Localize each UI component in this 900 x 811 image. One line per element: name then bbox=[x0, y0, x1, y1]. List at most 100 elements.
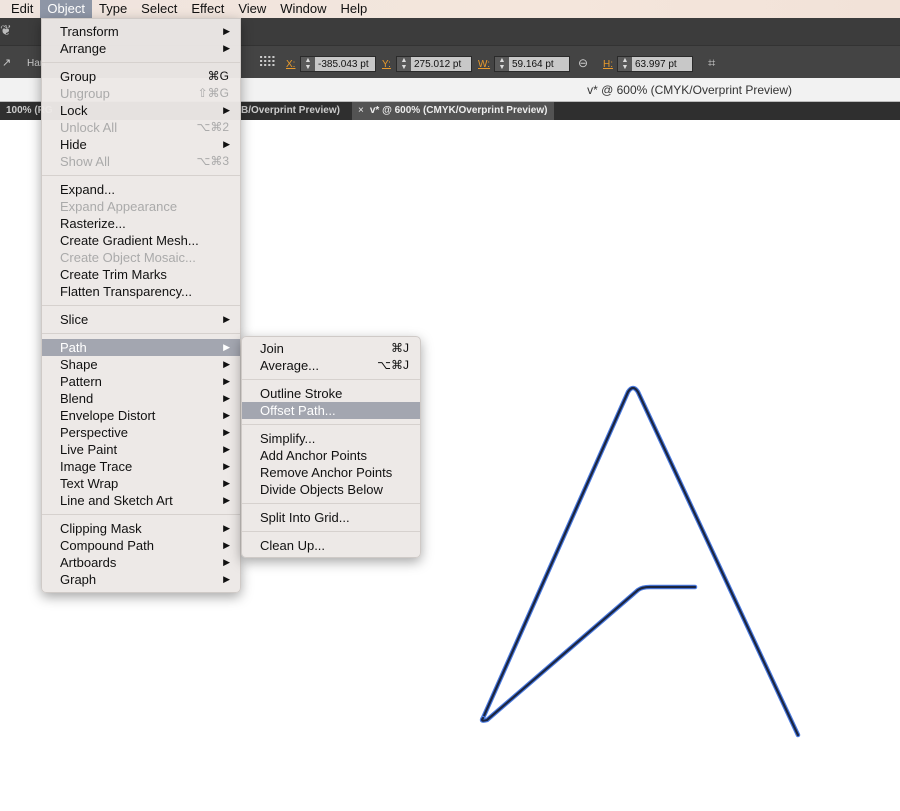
menu-item-live-paint[interactable]: Live Paint ▶ bbox=[42, 441, 240, 458]
submenu-arrow-icon: ▶ bbox=[223, 495, 230, 505]
submenu-arrow-icon: ▶ bbox=[223, 574, 230, 584]
submenu-arrow-icon: ▶ bbox=[223, 359, 230, 369]
submenu-arrow-icon: ▶ bbox=[223, 461, 230, 471]
menu-item-envelope-distort[interactable]: Envelope Distort ▶ bbox=[42, 407, 240, 424]
shortcut-label: ⌘J bbox=[391, 341, 409, 355]
menu-item-label: Slice bbox=[60, 312, 89, 327]
submenu-arrow-icon: ▶ bbox=[223, 26, 230, 36]
menu-item-outline-stroke[interactable]: Outline Stroke bbox=[242, 385, 420, 402]
link-proportions-icon[interactable]: ⊖ bbox=[578, 56, 588, 70]
submenu-arrow-icon: ▶ bbox=[223, 540, 230, 550]
tab-document-1-tail[interactable]: B/Overprint Preview) bbox=[235, 102, 346, 120]
menu-item-pattern[interactable]: Pattern ▶ bbox=[42, 373, 240, 390]
menu-item-label: Show All bbox=[60, 154, 110, 169]
menu-item-label: Average... bbox=[260, 358, 320, 373]
menu-separator bbox=[242, 526, 420, 537]
menu-item-lock[interactable]: Lock ▶ bbox=[42, 102, 240, 119]
menu-select[interactable]: Select bbox=[134, 0, 184, 18]
menu-item-join[interactable]: Join ⌘J bbox=[242, 340, 420, 357]
path-submenu: Join ⌘J Average... ⌥⌘J Outline Stroke Offset … bbox=[241, 336, 421, 558]
menu-item-label: Lock bbox=[60, 103, 88, 118]
menu-item-label: Pattern bbox=[60, 374, 102, 389]
menu-separator bbox=[42, 300, 240, 311]
menu-item-create-trim-marks[interactable]: Create Trim Marks bbox=[42, 266, 240, 283]
menu-item-offset-path[interactable]: Offset Path... bbox=[242, 402, 420, 419]
menu-separator bbox=[42, 328, 240, 339]
menu-item-line-and-sketch-art[interactable]: Line and Sketch Art ▶ bbox=[42, 492, 240, 509]
menu-item-label: Join bbox=[260, 341, 284, 356]
menu-item-unlock-all: Unlock All ⌥⌘2 bbox=[42, 119, 240, 136]
menu-item-ungroup: Ungroup ⇧⌘G bbox=[42, 85, 240, 102]
menu-item-label: Create Trim Marks bbox=[60, 267, 167, 282]
menu-item-divide-objects-below[interactable]: Divide Objects Below bbox=[242, 481, 420, 498]
menu-item-transform[interactable]: Transform ▶ bbox=[42, 23, 240, 40]
menu-help[interactable]: Help bbox=[334, 0, 375, 18]
menu-item-flatten-transparency[interactable]: Flatten Transparency... bbox=[42, 283, 240, 300]
menu-item-label: Graph bbox=[60, 572, 97, 587]
menu-view[interactable]: View bbox=[231, 0, 273, 18]
menu-item-average[interactable]: Average... ⌥⌘J bbox=[242, 357, 420, 374]
menu-item-slice[interactable]: Slice ▶ bbox=[42, 311, 240, 328]
menu-separator bbox=[242, 374, 420, 385]
menu-item-label: Split Into Grid... bbox=[260, 510, 350, 525]
menu-item-label: Transform bbox=[60, 24, 119, 39]
menu-item-compound-path[interactable]: Compound Path ▶ bbox=[42, 537, 240, 554]
w-field[interactable]: ▲ ▼ 59.164 pt bbox=[494, 56, 570, 72]
menu-item-label: Text Wrap bbox=[60, 476, 119, 491]
menu-item-label: Remove Anchor Points bbox=[260, 465, 393, 480]
menu-window[interactable]: Window bbox=[273, 0, 333, 18]
menu-item-remove-anchor-points[interactable]: Remove Anchor Points bbox=[242, 464, 420, 481]
menu-item-label: Line and Sketch Art bbox=[60, 493, 173, 508]
menu-item-label: Shape bbox=[60, 357, 98, 372]
menu-item-rasterize[interactable]: Rasterize... bbox=[42, 215, 240, 232]
menu-item-graph[interactable]: Graph ▶ bbox=[42, 571, 240, 588]
h-field[interactable]: ▲ ▼ 63.997 pt bbox=[617, 56, 693, 72]
menu-item-image-trace[interactable]: Image Trace ▶ bbox=[42, 458, 240, 475]
menu-item-expand[interactable]: Expand... bbox=[42, 181, 240, 198]
menu-item-arrange[interactable]: Arrange ▶ bbox=[42, 40, 240, 57]
x-label: X: bbox=[286, 59, 296, 70]
submenu-arrow-icon: ▶ bbox=[223, 139, 230, 149]
menu-item-clean-up[interactable]: Clean Up... bbox=[242, 537, 420, 554]
menu-item-hide[interactable]: Hide ▶ bbox=[42, 136, 240, 153]
menu-item-path[interactable]: Path ▶ bbox=[42, 339, 240, 356]
object-menu: Transform ▶ Arrange ▶ Group ⌘G Ungroup ⇧⌘G Lock ▶… bbox=[41, 18, 241, 593]
menu-item-label: Image Trace bbox=[60, 459, 133, 474]
menu-item-label: Blend bbox=[60, 391, 94, 406]
menu-item-label: Live Paint bbox=[60, 442, 118, 457]
submenu-arrow-icon: ▶ bbox=[223, 376, 230, 386]
transform-icon[interactable]: ⌗ bbox=[708, 55, 715, 71]
menu-separator bbox=[42, 170, 240, 181]
menu-item-blend[interactable]: Blend ▶ bbox=[42, 390, 240, 407]
menu-item-text-wrap[interactable]: Text Wrap ▶ bbox=[42, 475, 240, 492]
menu-item-simplify[interactable]: Simplify... bbox=[242, 430, 420, 447]
menu-item-label: Envelope Distort bbox=[60, 408, 156, 423]
menu-item-create-object-mosaic: Create Object Mosaic... bbox=[42, 249, 240, 266]
tab-document-2[interactable]: × v* @ 600% (CMYK/Overprint Preview) bbox=[352, 102, 554, 120]
menu-object[interactable]: Object bbox=[40, 0, 92, 18]
submenu-arrow-icon: ▶ bbox=[223, 410, 230, 420]
y-field[interactable]: ▲ ▼ 275.012 pt bbox=[396, 56, 472, 72]
x-field[interactable]: ▲ ▼ -385.043 pt bbox=[300, 56, 376, 72]
menu-item-group[interactable]: Group ⌘G bbox=[42, 68, 240, 85]
submenu-arrow-icon: ▶ bbox=[223, 393, 230, 403]
menu-item-label: Expand... bbox=[60, 182, 115, 197]
menu-item-label: Flatten Transparency... bbox=[60, 284, 192, 299]
menu-item-add-anchor-points[interactable]: Add Anchor Points bbox=[242, 447, 420, 464]
close-tab-icon[interactable]: × bbox=[358, 105, 364, 116]
menu-effect[interactable]: Effect bbox=[184, 0, 231, 18]
menu-item-shape[interactable]: Shape ▶ bbox=[42, 356, 240, 373]
menu-type[interactable]: Type bbox=[92, 0, 134, 18]
menu-item-split-into-grid[interactable]: Split Into Grid... bbox=[242, 509, 420, 526]
menu-item-artboards[interactable]: Artboards ▶ bbox=[42, 554, 240, 571]
reference-point-icon[interactable]: ⠿⠿ bbox=[258, 54, 276, 71]
y-label: Y: bbox=[382, 59, 391, 70]
menu-edit[interactable]: Edit bbox=[4, 0, 40, 18]
menu-item-create-gradient-mesh[interactable]: Create Gradient Mesh... bbox=[42, 232, 240, 249]
menu-item-label: Arrange bbox=[60, 41, 107, 56]
menu-item-clipping-mask[interactable]: Clipping Mask ▶ bbox=[42, 520, 240, 537]
shortcut-label: ⌥⌘2 bbox=[196, 120, 229, 134]
brush-icon: ↗ bbox=[2, 57, 12, 69]
shortcut-label: ⇧⌘G bbox=[197, 86, 229, 100]
menu-item-perspective[interactable]: Perspective ▶ bbox=[42, 424, 240, 441]
